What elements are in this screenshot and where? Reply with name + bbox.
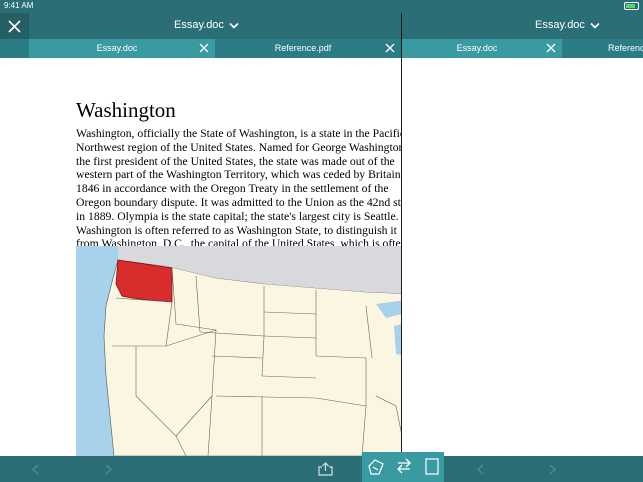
document-page[interactable]: Washington Washington, officially the St… bbox=[0, 58, 401, 456]
document-body: Washington, officially the State of Wash… bbox=[76, 127, 401, 264]
tab-essay[interactable]: Essay.doc bbox=[29, 39, 215, 58]
close-icon bbox=[8, 20, 21, 33]
right-title-bar: Essay.doc bbox=[402, 13, 643, 39]
forward-arrow-icon[interactable] bbox=[104, 464, 113, 475]
forward-arrow-icon[interactable] bbox=[548, 464, 557, 475]
back-arrow-icon[interactable] bbox=[476, 464, 485, 475]
right-bottom-toolbar bbox=[444, 456, 643, 482]
close-tab-icon[interactable] bbox=[385, 43, 395, 53]
document-title-button[interactable]: Essay.doc bbox=[535, 19, 600, 31]
tab-label: Reference.pdf bbox=[608, 43, 643, 53]
map-drawing bbox=[76, 246, 401, 456]
split-view-divider[interactable] bbox=[401, 13, 402, 456]
status-time: 9:41 AM bbox=[4, 1, 34, 10]
close-button[interactable] bbox=[0, 13, 29, 39]
left-title-bar: Essay.doc bbox=[0, 13, 401, 39]
back-arrow-icon[interactable] bbox=[31, 464, 40, 475]
document-title: Essay.doc bbox=[174, 19, 224, 31]
document-title-button[interactable]: Essay.doc bbox=[174, 19, 239, 31]
tab-label: Essay.doc bbox=[96, 43, 138, 53]
right-tab-strip: Essay.doc Reference.pdf bbox=[402, 39, 643, 58]
battery-icon bbox=[624, 2, 639, 10]
left-bottom-toolbar bbox=[0, 456, 362, 482]
left-tab-strip: Essay.doc Reference.pdf bbox=[0, 39, 401, 58]
page-icon[interactable] bbox=[425, 458, 439, 475]
share-icon[interactable] bbox=[318, 462, 333, 476]
tab-label: Essay.doc bbox=[456, 43, 498, 53]
tab-reference[interactable]: Reference.pdf bbox=[215, 39, 401, 58]
annotate-icon[interactable] bbox=[367, 458, 385, 476]
chevron-down-icon bbox=[590, 22, 600, 29]
document-title: Essay.doc bbox=[535, 19, 585, 31]
document-heading: Washington bbox=[76, 98, 176, 122]
tab-reference[interactable]: Reference.pdf bbox=[562, 39, 643, 58]
us-map-image bbox=[76, 246, 401, 456]
close-tab-icon[interactable] bbox=[546, 43, 556, 53]
swap-icon[interactable] bbox=[396, 458, 412, 474]
chevron-down-icon bbox=[229, 22, 239, 29]
status-bar: 9:41 AM bbox=[0, 0, 643, 13]
tab-label: Reference.pdf bbox=[274, 43, 332, 53]
right-document-page[interactable] bbox=[402, 58, 643, 456]
tab-essay[interactable]: Essay.doc bbox=[402, 39, 562, 58]
split-tools-panel bbox=[362, 452, 444, 482]
close-tab-icon[interactable] bbox=[199, 43, 209, 53]
